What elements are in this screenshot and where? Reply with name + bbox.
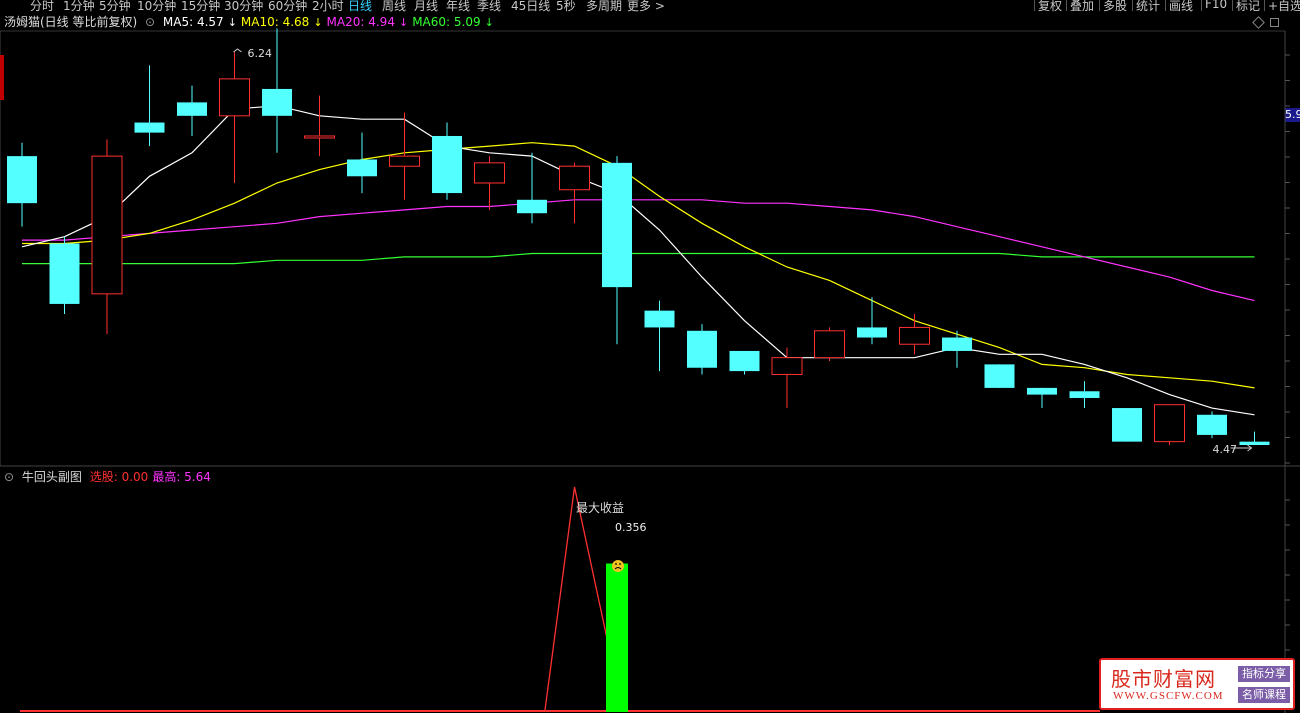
candle-body — [347, 159, 377, 177]
candle-body — [91, 155, 123, 295]
candle-body — [602, 162, 632, 288]
candle-body — [1112, 408, 1142, 442]
candle-body — [1197, 414, 1227, 435]
candle-body — [219, 78, 250, 117]
candle-body — [389, 155, 420, 167]
candle-body — [1154, 404, 1185, 443]
watermark-logo: 股市财富网 WWW.GSCFW.COM 指标分享 名师课程 — [1099, 658, 1295, 710]
sad-face-eye — [619, 563, 621, 565]
candle-body — [304, 135, 335, 139]
candle-body — [134, 122, 165, 133]
candle-body — [857, 327, 887, 338]
signal-bar — [606, 563, 628, 712]
ma60-line — [22, 252, 1255, 265]
candle-body — [771, 357, 803, 375]
annotation-value: 0.356 — [615, 521, 647, 534]
sad-face-icon — [612, 560, 624, 572]
candle-body — [262, 88, 292, 116]
ma10-line — [22, 142, 1255, 389]
left-marker — [0, 55, 4, 100]
candle-body — [49, 243, 80, 304]
candle-body — [687, 330, 717, 368]
ma5-line — [21, 105, 1255, 416]
candle-body — [432, 135, 462, 194]
kline-chart[interactable]: 6.24 4.47 最大收益 0.356 — [0, 0, 1300, 713]
candle-body — [984, 364, 1015, 388]
candle-body — [899, 326, 930, 345]
candle-body — [1027, 387, 1057, 395]
candle-body — [7, 156, 37, 204]
annotation-text: 最大收益 — [576, 501, 624, 515]
candle-body — [729, 350, 760, 372]
candle-body — [177, 102, 207, 116]
high-marker — [233, 48, 242, 53]
candle-body — [814, 330, 845, 359]
ma20-line — [22, 199, 1255, 302]
candle-body — [474, 162, 505, 184]
low-label: 4.47 — [1213, 443, 1238, 456]
sad-face-eye — [615, 563, 617, 565]
candle-body — [644, 310, 675, 328]
high-label: 6.24 — [248, 47, 273, 60]
candle-body — [942, 337, 972, 351]
candle-body — [559, 165, 590, 191]
candle-body — [1239, 441, 1270, 445]
candle-body — [517, 199, 547, 214]
candle-body — [1069, 391, 1100, 398]
